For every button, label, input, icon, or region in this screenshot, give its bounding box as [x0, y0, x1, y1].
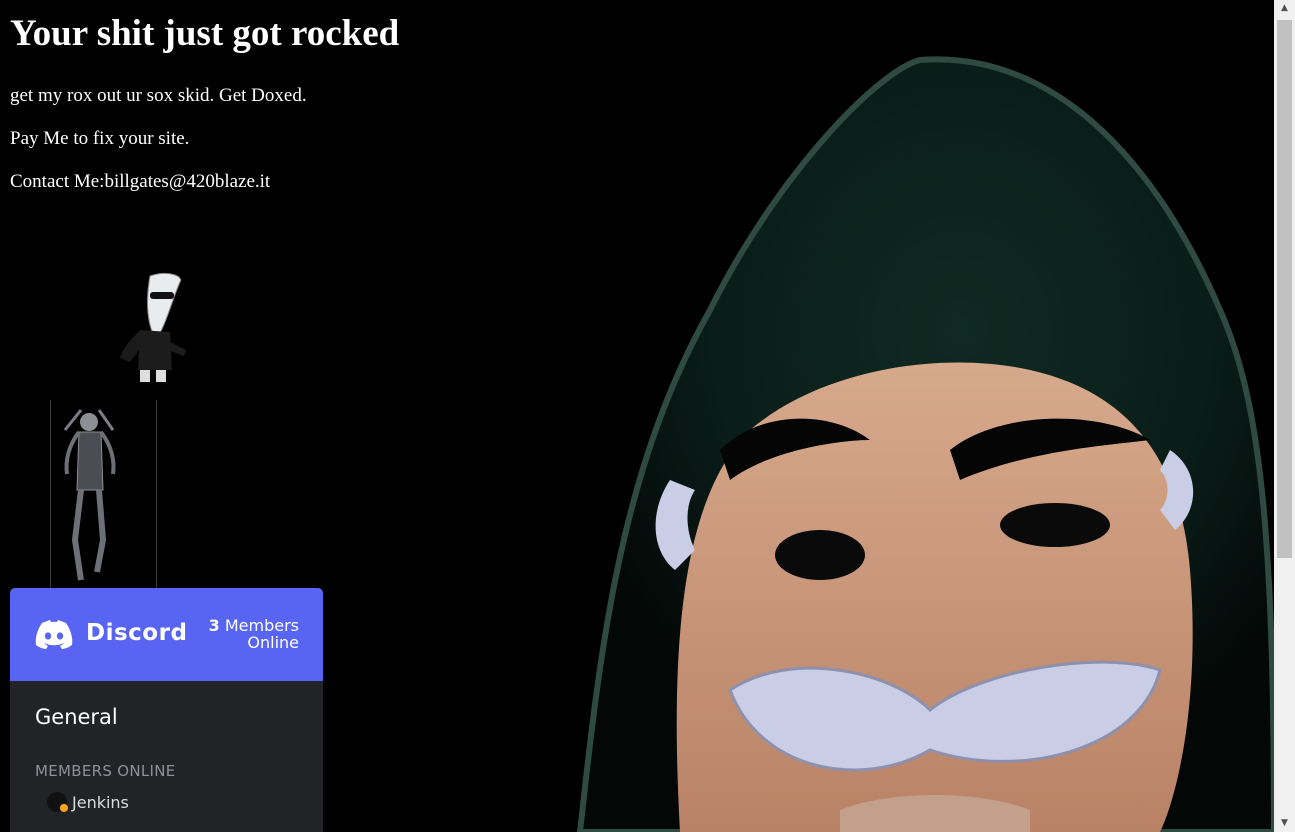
discord-header[interactable]: Discord 3 Members Online: [10, 588, 323, 681]
members-online-count: 3 Members Online: [209, 617, 299, 651]
member-name: Jenkins: [72, 792, 129, 812]
scroll-down-icon[interactable]: ▼: [1274, 815, 1295, 832]
discord-logo-icon: [35, 620, 73, 649]
dancing-skeleton-frame: [50, 400, 157, 588]
avatar: [47, 792, 69, 813]
contact-text: Contact Me:billgates@420blaze.it: [10, 171, 271, 192]
online-count: 3: [208, 616, 220, 635]
scroll-up-icon[interactable]: ▲: [1274, 0, 1295, 17]
hooded-mask-figure-image: [576, 56, 1274, 832]
discord-wordmark: Discord: [86, 620, 188, 646]
page-heading: Your shit just got rocked: [10, 13, 400, 54]
dancing-skeleton-image: [63, 409, 116, 581]
channel-name[interactable]: General: [35, 705, 298, 729]
offer-text: Pay Me to fix your site.: [10, 128, 190, 149]
page: Your shit just got rocked get my rox out…: [0, 0, 1274, 832]
online-label-2: Online: [247, 633, 299, 652]
members-online-heading: MEMBERS ONLINE: [35, 762, 176, 780]
tagline: get my rox out ur sox skid. Get Doxed.: [10, 85, 307, 106]
member-item[interactable]: Jenkins: [35, 792, 298, 813]
idle-status-icon: [59, 803, 69, 813]
discord-widget[interactable]: Discord 3 Members Online General MEMBERS…: [10, 588, 323, 832]
scrollbar-thumb[interactable]: [1277, 20, 1292, 558]
vertical-scrollbar[interactable]: ▲ ▼: [1274, 0, 1295, 832]
discord-body: General MEMBERS ONLINE Jenkins: [10, 705, 323, 813]
dancing-banana-image: [120, 273, 186, 382]
